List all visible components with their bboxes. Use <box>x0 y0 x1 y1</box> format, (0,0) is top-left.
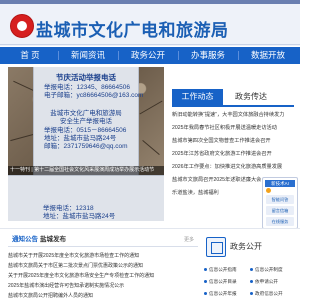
news-item[interactable]: 乐道盐渎，盐城福利 <box>172 188 258 199</box>
news-item[interactable]: 盐城市第四次全国文物普查工作推进会召开 <box>172 136 294 147</box>
news-item[interactable]: 2025年江苏省政府文化旅游工作推进会召开 <box>172 149 294 160</box>
poster-line: 地址：盐城市盐马路24号 <box>44 135 117 142</box>
announcement-item[interactable]: 2025年盐城市演出经营许可告知承诺制实施情况公示 <box>8 281 200 291</box>
nav-item-news[interactable]: 新闻资讯 <box>60 47 116 64</box>
announcements-header: 通知公告 盐城发布 更多 <box>8 234 198 247</box>
main-nav: 首 页 新闻资讯 政务公开 办事服务 数据开放 <box>0 47 300 64</box>
poster-line: 盐城市文化广电和旅游局 <box>50 110 122 117</box>
gov-open-link-label: 依申请公开 <box>255 279 278 284</box>
gov-open-link[interactable]: 信息公开年报 <box>204 288 237 300</box>
news-tabs: 工作动态 政务传达 <box>172 89 294 107</box>
nav-item-services[interactable]: 办事服务 <box>180 47 236 64</box>
gov-open-title: 政务公开 <box>230 242 262 251</box>
widget-item[interactable]: 智能问答 <box>266 195 294 204</box>
document-icon-inner <box>211 242 223 254</box>
gov-open-link[interactable]: 政府信息公开 <box>250 288 283 300</box>
gov-open-link[interactable]: 信息公开指南 <box>204 264 237 276</box>
poster-line: 邮箱：2371759646@qq.com <box>44 143 128 150</box>
gov-open-link-label: 信息公开年报 <box>209 291 237 296</box>
report-hotline-poster: 节庆活动举报电话 举报电话：12345、86664506 电子邮箱：yc8666… <box>33 67 143 175</box>
poster-line: 举报电话：0515－86664506 <box>44 127 127 134</box>
header-divider <box>0 44 300 45</box>
bullet-icon <box>204 280 207 284</box>
poster-line: 举报电话：12318 <box>43 205 94 212</box>
widget-header: 新技术AI <box>265 180 295 187</box>
site-logo[interactable] <box>10 14 34 38</box>
logo-emblem-icon <box>17 21 27 31</box>
nav-item-data-open[interactable]: 数据开放 <box>240 47 296 64</box>
tab-announcements[interactable]: 通知公告 <box>12 234 38 246</box>
gov-open-link-label: 政府信息公开 <box>255 291 283 296</box>
nav-separator <box>118 51 119 60</box>
gov-open-link[interactable]: 信息公开制度 <box>250 264 283 276</box>
announcement-item[interactable]: 关于开展2025年度全市文化旅游市场安全生产专项检查工作的通知 <box>8 271 200 281</box>
bullet-icon <box>250 268 253 272</box>
tab-work-news[interactable]: 工作动态 <box>172 89 223 105</box>
slide-caption[interactable]: 十一特刊 | 第十二届全国社会文化风采展演周成功举办展示活动节 <box>8 166 164 175</box>
document-icon <box>206 237 226 257</box>
tab-yancheng-release[interactable]: 盐城发布 <box>40 234 66 246</box>
floating-service-widget[interactable]: 新技术AI 智能问答 留言信箱 在线服务 <box>262 177 298 229</box>
news-slideshow[interactable]: 节庆活动举报电话 举报电话：12345、86664506 电子邮箱：yc8666… <box>8 67 164 175</box>
poster-line: 安全生产举报电话 <box>60 118 112 125</box>
news-item[interactable]: 新旧动能转换“提速”，大丰园文体旅融合持续发力 <box>172 110 294 121</box>
bullet-icon <box>250 280 253 284</box>
gov-open-card[interactable]: 政务公开 <box>200 232 266 264</box>
poster-line: 地址：盐城市盐马路24号 <box>43 213 116 220</box>
widget-item[interactable]: 留言信箱 <box>266 206 294 215</box>
news-item[interactable]: 2025年我局春节社区积极开展送温暖走访活动 <box>172 123 294 134</box>
poster-line: 举报电话：12345、86664506 <box>44 84 130 91</box>
widget-item[interactable]: 在线服务 <box>266 217 294 226</box>
announcement-item[interactable]: 盐城市关于开展2025年度全市文化旅游市场检查工作的通知 <box>8 251 200 261</box>
section-divider <box>0 228 300 229</box>
nav-separator <box>58 51 59 60</box>
bullet-icon <box>250 292 253 296</box>
poster-continuation: 举报电话：12318 地址：盐城市盐马路24号 <box>8 175 164 221</box>
bullet-icon <box>204 292 207 296</box>
news-item[interactable]: 2026年工作要点：加快推进文化旅游高质量发展 <box>172 162 294 173</box>
nav-item-gov-open[interactable]: 政务公开 <box>120 47 176 64</box>
nav-separator <box>238 51 239 60</box>
gov-open-link[interactable]: 信息公开目录 <box>204 276 237 288</box>
site-title[interactable]: 盐城市文化广电和旅游局 <box>36 16 229 41</box>
tab-gov-news[interactable]: 政务传达 <box>226 89 276 105</box>
nav-separator <box>178 51 179 60</box>
gov-open-link-label: 信息公开指南 <box>209 267 237 272</box>
gov-open-link[interactable]: 依申请公开 <box>250 276 278 288</box>
poster-line: 电子邮箱：yc86664506@163.com <box>44 92 144 99</box>
bullet-icon <box>204 268 207 272</box>
site-header: 盐城市文化广电和旅游局 <box>0 4 300 46</box>
nav-item-home[interactable]: 首 页 <box>4 47 56 64</box>
gov-open-link-label: 信息公开目录 <box>209 279 237 284</box>
gov-open-link-label: 信息公开制度 <box>255 267 283 272</box>
more-link[interactable]: 更多 <box>184 234 194 246</box>
announcement-item[interactable]: 盐城市文旅局关于市区第二批次景点门票优惠政策公示的通知 <box>8 261 200 271</box>
poster-title: 节庆活动举报电话 <box>56 73 116 82</box>
robot-icon <box>266 188 271 193</box>
